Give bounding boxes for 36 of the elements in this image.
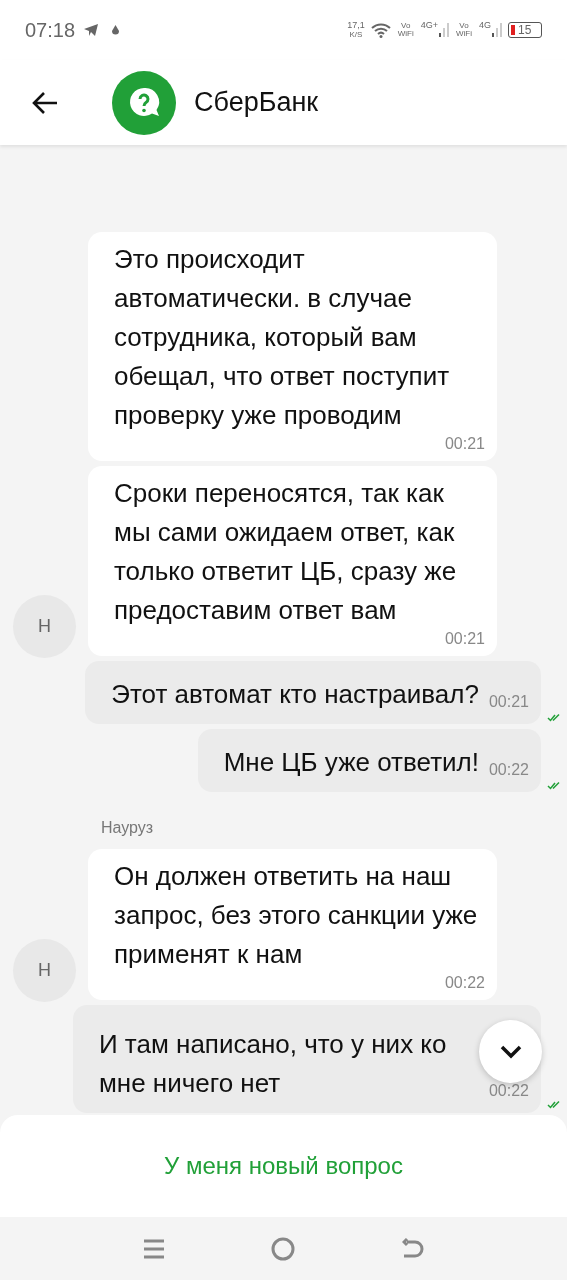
message-text: Этот автомат кто настраивал? — [111, 678, 479, 711]
new-question-button[interactable]: У меня новый вопрос — [152, 1144, 415, 1188]
send-plane-icon — [83, 23, 100, 37]
vowifi-label: Vo WiFi — [455, 22, 473, 38]
message-time: 00:21 — [444, 630, 485, 648]
signal-icon — [492, 23, 502, 37]
network-speed: 17,1 — [347, 21, 365, 30]
message-text: Это происходит автоматически. в случае сотрудника, который вам обещал, что ответ поступит проверку уже проводим — [114, 243, 451, 432]
vowifi-label: Vo WiFi — [396, 22, 415, 38]
message-time: 00:22 — [444, 974, 485, 992]
chat-question-icon — [112, 70, 176, 135]
message-text: Он должен ответить на наш запрос, без этого санкции уже применят к нам — [114, 860, 479, 971]
message-time: 00:22 — [488, 760, 529, 780]
status-time: 07:18 — [25, 18, 76, 43]
message-time: 00:21 — [488, 692, 529, 712]
home-icon[interactable] — [271, 1236, 296, 1261]
message-time: 00:21 — [444, 435, 485, 453]
chat-title: СберБанк — [194, 86, 319, 120]
message-text: И там написано, что у них ко мне ничего нет — [98, 1028, 448, 1100]
signal-icon — [439, 23, 449, 37]
message-time: 00:22 — [488, 1081, 529, 1101]
battery-level: 15 — [518, 24, 532, 36]
back-icon[interactable] — [401, 1237, 424, 1260]
avatar: Н — [13, 595, 76, 658]
message-text: Сроки переносятся, так как мы сами ожидаем ответ, как только ответит ЦБ, сразу же предоставим ответ вам — [114, 477, 458, 627]
network-type: 4G — [479, 19, 491, 32]
chevron-down-icon — [499, 1044, 522, 1059]
back-arrow-icon — [31, 90, 59, 115]
speed-unit: K/S — [349, 30, 363, 39]
message-text: Мне ЦБ уже ответил! — [223, 746, 479, 779]
drop-icon — [111, 24, 121, 36]
wifi-icon — [370, 22, 391, 38]
menu-icon[interactable] — [143, 1237, 166, 1260]
sender-name: Науруз — [101, 818, 154, 838]
avatar: Н — [13, 939, 76, 1002]
network-type: 4G+ — [420, 19, 438, 32]
